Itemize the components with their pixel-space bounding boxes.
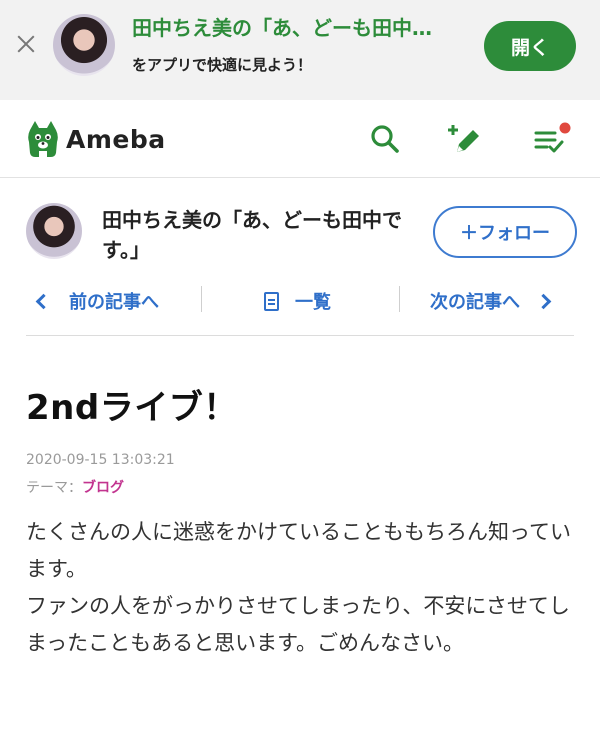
logo-text: Ameba [66,124,166,154]
next-entry-label: 次の記事へ [430,292,520,313]
divider [201,286,202,312]
document-icon [264,291,279,311]
banner-title: 田中ちえ美の「あ、どーも田中… [132,16,432,40]
entry-body: たくさんの人に迷惑をかけていることももちろん知っています。 ファンの人をがっかり… [26,514,576,662]
theme-label: テーマ： [26,480,82,496]
entry-title: 2ndライブ！ [26,388,238,428]
app-banner: 田中ちえ美の「あ、どーも田中… をアプリで快適に見よう！ 開く [0,0,600,100]
search-icon[interactable] [368,122,402,156]
prev-entry-label: 前の記事へ [69,292,159,313]
entry-theme: テーマ：ブログ [26,477,124,497]
chevron-right-icon [535,293,552,309]
next-entry-link[interactable]: 次の記事へ [430,282,552,320]
blog-header: 田中ちえ美の「あ、どーも田中です。」 ＋フォロー [0,196,600,272]
avatar [53,14,115,76]
entry-list-label: 一覧 [295,292,331,313]
entry-list-link[interactable]: 一覧 [264,282,331,320]
site-header: Ameba [0,100,600,178]
entry-date: 2020-09-15 13:03:21 [26,452,175,468]
blog-title[interactable]: 田中ちえ美の「あ、どーも田中です。」 [102,205,422,265]
open-app-button[interactable]: 開く [484,21,576,71]
ameba-mascot-icon [28,121,58,157]
theme-link[interactable]: ブログ [82,480,124,496]
write-icon[interactable] [448,122,482,156]
follow-button[interactable]: ＋フォロー [433,206,577,258]
notification-list-icon[interactable] [533,122,571,156]
divider [399,286,400,312]
entry-paragraph: ファンの人をがっかりさせてしまったり、不安にさせてしまったこともあると思います。… [26,594,570,655]
blog-avatar[interactable] [26,203,82,259]
banner-subtitle: をアプリで快適に見よう！ [132,56,313,74]
entry-navigation: 前の記事へ 一覧 次の記事へ [26,282,574,336]
prev-entry-link[interactable]: 前の記事へ [32,282,159,320]
ameba-logo[interactable]: Ameba [26,120,166,158]
entry-paragraph: たくさんの人に迷惑をかけていることももちろん知っています。 [26,520,571,581]
close-icon[interactable] [14,32,38,56]
chevron-left-icon [35,293,52,309]
